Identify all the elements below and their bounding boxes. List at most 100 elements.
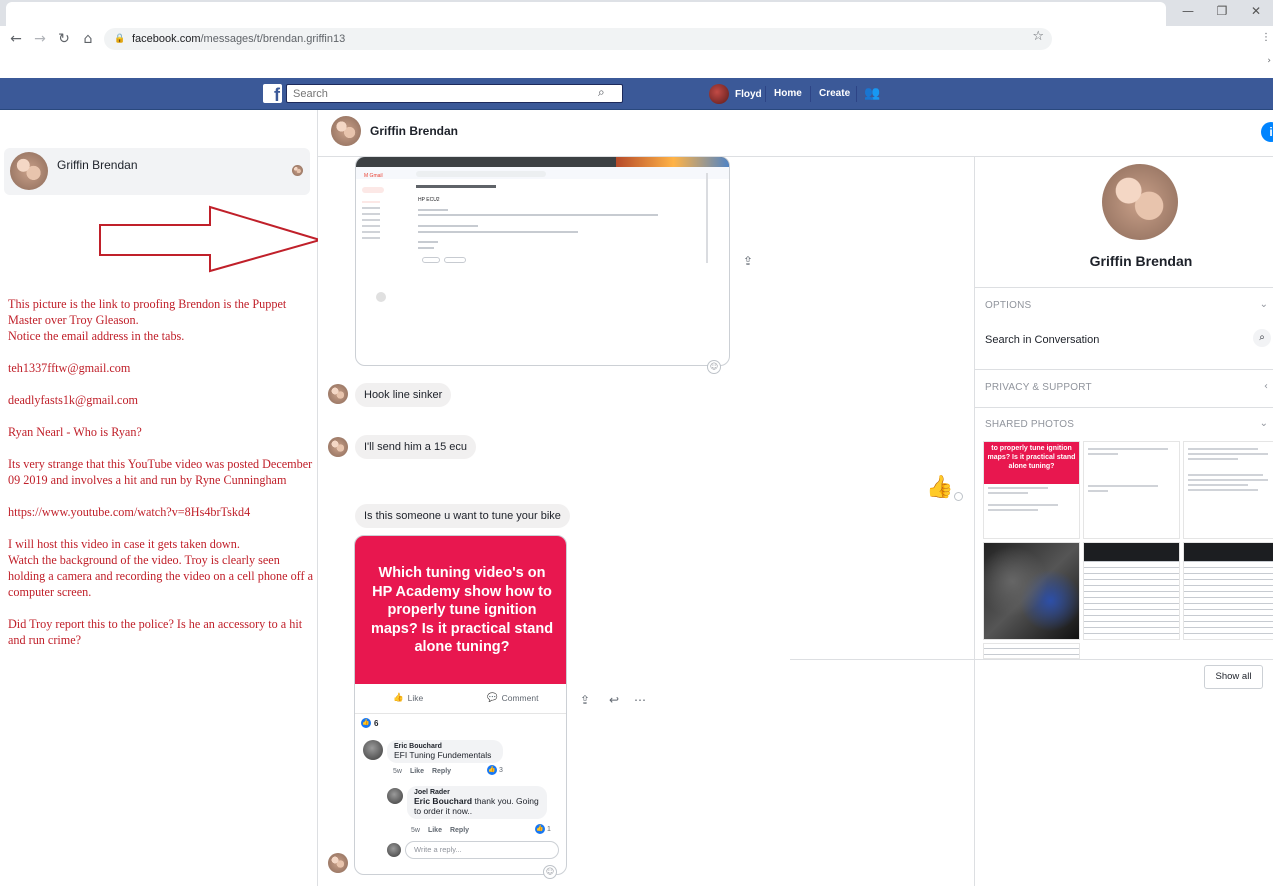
message-bubble[interactable]: I'll send him a 15 ecu xyxy=(355,435,476,459)
comment-like-link[interactable]: Like xyxy=(428,827,442,834)
post-headline: Which tuning video's on HP Academy show … xyxy=(370,565,554,656)
shared-photo[interactable] xyxy=(1083,441,1180,539)
section-title: SHARED PHOTOS xyxy=(985,419,1075,430)
annotation-line: Ryan Nearl - Who is Ryan? xyxy=(8,425,142,439)
reaction-count-number: 6 xyxy=(374,718,379,728)
search-icon[interactable]: ⌕ xyxy=(598,85,605,100)
message-image[interactable]: Which tuning video's on HP Academy show … xyxy=(354,535,567,875)
create-link[interactable]: Create xyxy=(819,88,850,99)
annotation-line: Notice the email address in the tabs. xyxy=(8,329,185,343)
like-button[interactable]: 👍 Like xyxy=(393,693,423,703)
comment-reply-link[interactable]: Reply xyxy=(450,827,469,834)
share-icon[interactable]: ⇪ xyxy=(575,690,595,710)
more-icon[interactable]: ⋯ xyxy=(630,690,650,710)
forward-arrow-icon[interactable]: → xyxy=(30,29,50,49)
facebook-header: f ⌕ Floyd Home Create 👥 xyxy=(0,78,1273,110)
close-icon[interactable]: ✕ xyxy=(1239,0,1273,22)
avatar xyxy=(328,437,348,457)
shared-photo[interactable] xyxy=(1183,542,1273,640)
annotation-line: Its very strange that this YouTube video… xyxy=(8,457,313,487)
react-icon[interactable]: ☺ xyxy=(543,865,557,879)
shared-photo[interactable] xyxy=(983,542,1080,640)
annotation-line: I will host this video in case it gets t… xyxy=(8,537,240,551)
chat-title[interactable]: Griffin Brendan xyxy=(370,124,458,138)
restore-icon[interactable]: ❐ xyxy=(1205,0,1239,22)
chevron-down-icon: ⌄ xyxy=(1259,299,1268,310)
react-icon[interactable]: ☺ xyxy=(707,360,721,374)
browser-tab[interactable] xyxy=(6,2,1166,26)
like-badge-icon: 👍 xyxy=(487,765,497,775)
comment-text: EFI Tuning Fundementals xyxy=(394,750,492,760)
home-link[interactable]: Home xyxy=(774,88,802,99)
share-icon[interactable]: ⇪ xyxy=(738,251,758,271)
profile-name: Floyd xyxy=(735,88,762,100)
gmail-logo-icon: M Gmail xyxy=(364,173,383,179)
message-bubble[interactable]: Hook line sinker xyxy=(355,383,452,407)
conversation-item-griffin-brendan[interactable]: Griffin Brendan xyxy=(4,148,310,195)
shared-photo[interactable] xyxy=(983,643,1080,659)
address-bar[interactable]: 🔒 facebook.com/messages/t/brendan.griffi… xyxy=(104,28,1052,50)
browser-tab-strip: — ❐ ✕ xyxy=(0,0,1273,26)
image-compose xyxy=(362,187,384,193)
seen-indicator xyxy=(954,492,963,501)
conversation-info-pane: Griffin Brendan OPTIONS ⌄ Search in Conv… xyxy=(974,157,1273,886)
avatar[interactable] xyxy=(1102,164,1178,240)
avatar xyxy=(363,740,383,760)
info-icon[interactable]: i xyxy=(1261,122,1273,142)
message-image[interactable]: M Gmail HP ECU2 xyxy=(355,157,730,366)
comment-author[interactable]: Joel Rader xyxy=(414,789,540,796)
annotation-line: Did Troy report this to the police? Is h… xyxy=(8,617,303,647)
avatar xyxy=(328,384,348,404)
search-icon[interactable]: ⌕ xyxy=(1253,329,1271,347)
home-icon[interactable]: ⌂ xyxy=(78,29,98,49)
annotation-line: teh1337fftw@gmail.com xyxy=(8,361,131,375)
conversation-name: Griffin Brendan xyxy=(57,158,138,172)
message-bubble[interactable]: Is this someone u want to tune your bike xyxy=(355,504,570,528)
avatar[interactable] xyxy=(331,116,361,146)
shared-photo[interactable] xyxy=(1183,441,1273,539)
star-icon[interactable]: ☆ xyxy=(1032,29,1044,44)
show-all-button[interactable]: Show all xyxy=(1204,665,1263,689)
thumbs-up-icon[interactable]: 👍 xyxy=(926,475,953,500)
comment-likes-number: 1 xyxy=(547,825,551,833)
back-arrow-icon[interactable]: ← xyxy=(6,29,26,49)
comment-reply-link[interactable]: Reply xyxy=(432,768,451,775)
reply-input[interactable]: Write a reply... xyxy=(405,841,559,859)
comment-mention[interactable]: Eric Bouchard xyxy=(414,796,472,806)
comment-age: 5w xyxy=(411,827,420,834)
facebook-logo[interactable]: f xyxy=(263,84,282,103)
annotation-line: https://www.youtube.com/watch?v=8Hs4brTs… xyxy=(8,505,251,519)
comment-author[interactable]: Eric Bouchard xyxy=(394,743,496,750)
arrow-shape xyxy=(99,205,324,273)
contact-name[interactable]: Griffin Brendan xyxy=(975,253,1273,269)
comment-age: 5w xyxy=(393,768,402,775)
comment-icon: 💬 xyxy=(487,693,498,703)
chevron-right-icon: › xyxy=(1267,56,1271,66)
reaction-count[interactable]: 👍 6 xyxy=(361,718,378,728)
like-label: Like xyxy=(407,693,424,703)
reply-icon[interactable]: ↩ xyxy=(604,690,624,710)
shared-photo[interactable]: to properly tune ignition maps? Is it pr… xyxy=(983,441,1080,539)
comment: Joel Rader Eric Bouchard thank you. Goin… xyxy=(407,786,547,819)
profile-link[interactable]: Floyd xyxy=(709,84,762,104)
reload-icon[interactable]: ↻ xyxy=(54,29,74,49)
chat-header: Griffin Brendan i xyxy=(318,110,1273,157)
menu-icon[interactable]: ⋮ xyxy=(1261,32,1271,43)
image-avatar xyxy=(376,292,386,302)
options-section[interactable]: OPTIONS ⌄ xyxy=(975,287,1273,331)
comment-button[interactable]: 💬 Comment xyxy=(487,693,538,703)
minimize-icon[interactable]: — xyxy=(1171,0,1205,22)
lock-icon[interactable]: 🔒 xyxy=(114,34,125,44)
avatar xyxy=(10,152,48,190)
comment-like-count: 👍 3 xyxy=(487,765,503,775)
privacy-support-section[interactable]: PRIVACY & SUPPORT ‹ xyxy=(975,369,1273,407)
seen-avatar xyxy=(292,165,303,176)
shared-photo[interactable] xyxy=(1083,542,1180,640)
divider xyxy=(765,86,766,102)
friend-requests-icon[interactable]: 👥 xyxy=(864,86,880,101)
avatar xyxy=(387,843,401,857)
shared-photos-section[interactable]: SHARED PHOTOS ⌄ xyxy=(975,407,1273,437)
search-conversation-link[interactable]: Search in Conversation xyxy=(985,334,1099,346)
comment-like-link[interactable]: Like xyxy=(410,768,424,775)
search-input[interactable] xyxy=(286,84,623,103)
